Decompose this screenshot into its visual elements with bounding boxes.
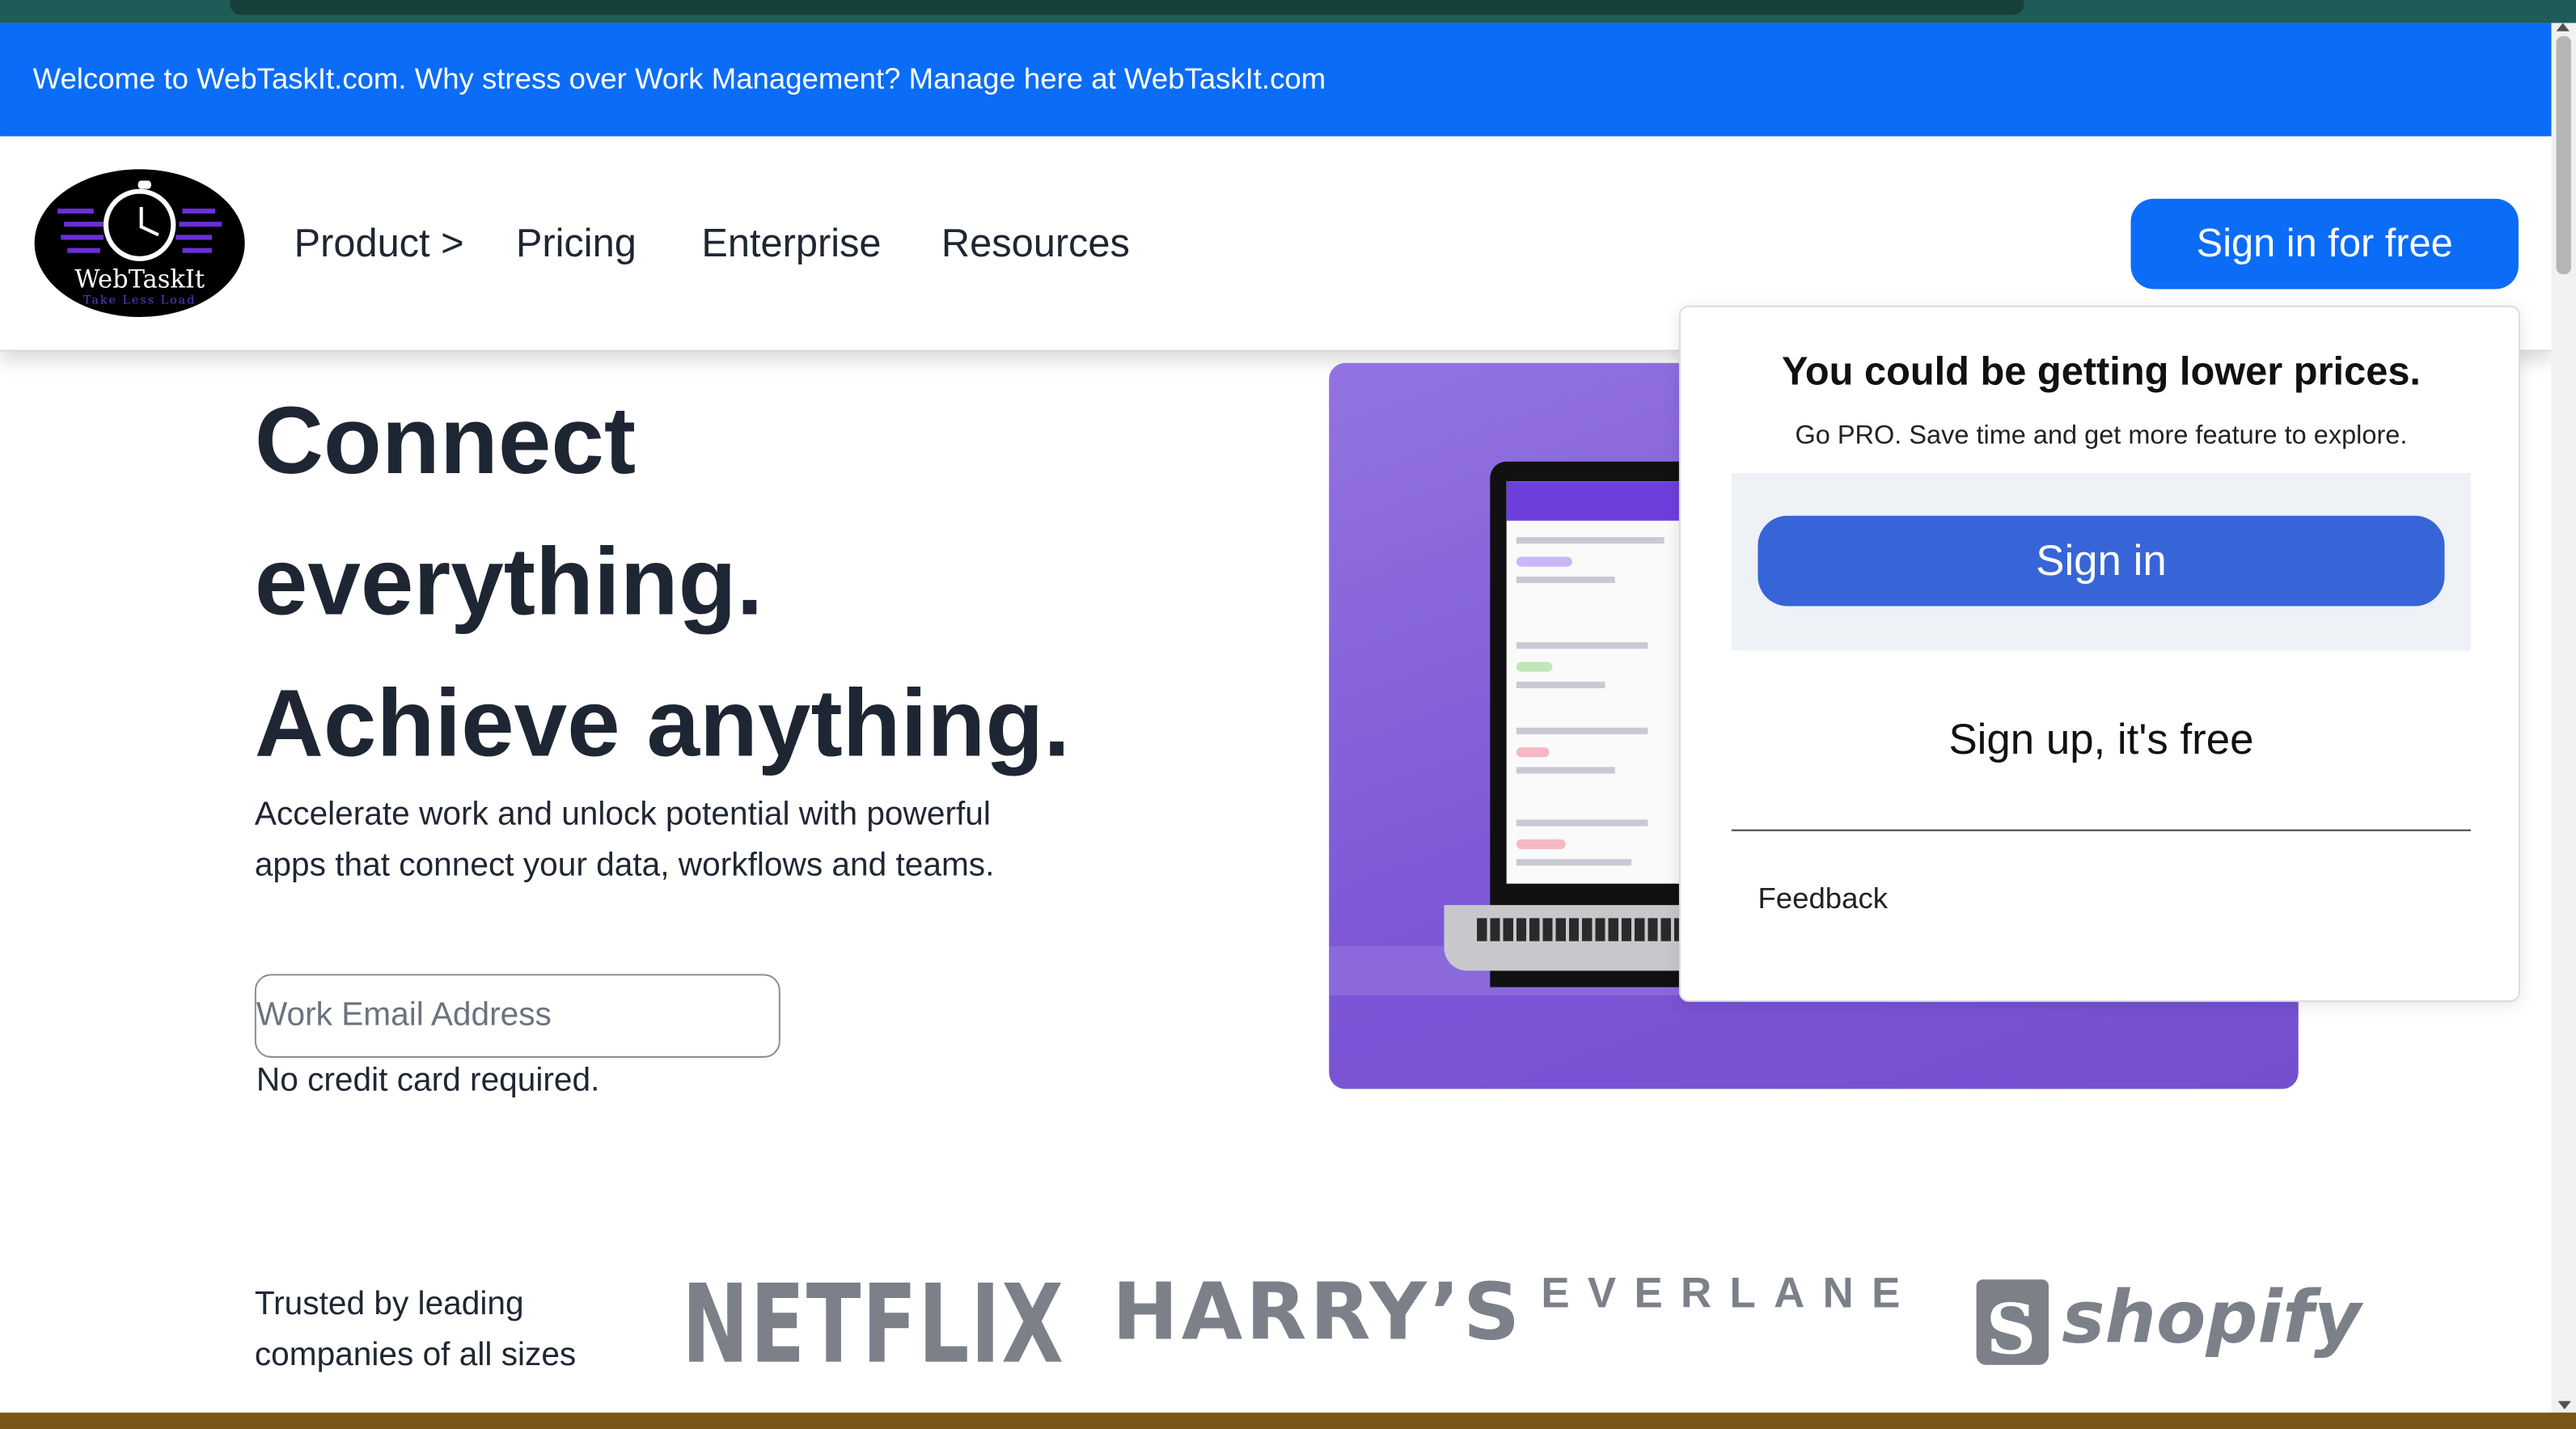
stopwatch-icon [103,180,176,261]
harrys-logo: HARRY’S [1112,1266,1524,1359]
no-credit-card-note: No credit card required. [256,1063,600,1099]
scrollbar-thumb[interactable] [2556,36,2571,275]
popup-subtitle: Go PRO. Save time and get more feature t… [1795,421,2408,450]
welcome-banner: Welcome to WebTaskIt.com. Why stress ove… [0,23,2552,137]
scroll-down-arrow-icon[interactable] [2557,1401,2571,1410]
shopify-wordmark: shopify [2062,1276,2362,1360]
site-logo[interactable]: WebTaskIt Take Less Load [34,169,245,317]
hero-title-line: everything. [254,528,763,636]
nav-pricing[interactable]: Pricing [516,137,637,352]
shopify-bag-icon: S [1976,1279,2049,1370]
popup-feedback-link[interactable]: Feedback [1758,882,1888,917]
hero-title: Connect everything. Achieve anything. [255,371,1241,795]
hero-subtitle: Accelerate work and unlock potential wit… [254,797,995,884]
address-bar[interactable] [230,0,2024,15]
sign-in-free-button[interactable]: Sign in for free [2130,198,2519,290]
nav-resources[interactable]: Resources [941,137,1130,352]
trusted-by-label: Trusted by leading companies of all size… [254,1286,577,1373]
browser-toolbar [0,0,2576,23]
sign-in-popup: You could be getting lower prices. Go PR… [1678,305,2522,1002]
page-scrollbar[interactable] [2551,23,2576,1413]
logo-tagline: Take Less Load [82,294,197,307]
popup-title: You could be getting lower prices. [1781,349,2421,395]
scroll-up-arrow-icon[interactable] [2556,23,2570,32]
popup-divider [1731,829,2471,831]
logo-wordmark: WebTaskIt [74,264,205,294]
taskbar-edge [0,1412,2576,1429]
nav-enterprise[interactable]: Enterprise [701,137,881,352]
work-email-input[interactable] [254,974,780,1058]
shopify-logo: S shopify [1976,1276,2361,1370]
laptop-illustration [1444,461,1707,987]
hero-title-line: Achieve anything. [254,670,1071,777]
everlane-logo: EVERLANE [1541,1267,1918,1317]
popup-sign-in-button[interactable]: Sign in [1758,515,2445,607]
nav-product[interactable]: Product > [294,137,464,352]
hero-title-line: Connect [254,387,637,495]
netflix-logo: NETFLIX [681,1261,1065,1389]
popup-sign-up-link[interactable]: Sign up, it's free [1681,714,2522,765]
